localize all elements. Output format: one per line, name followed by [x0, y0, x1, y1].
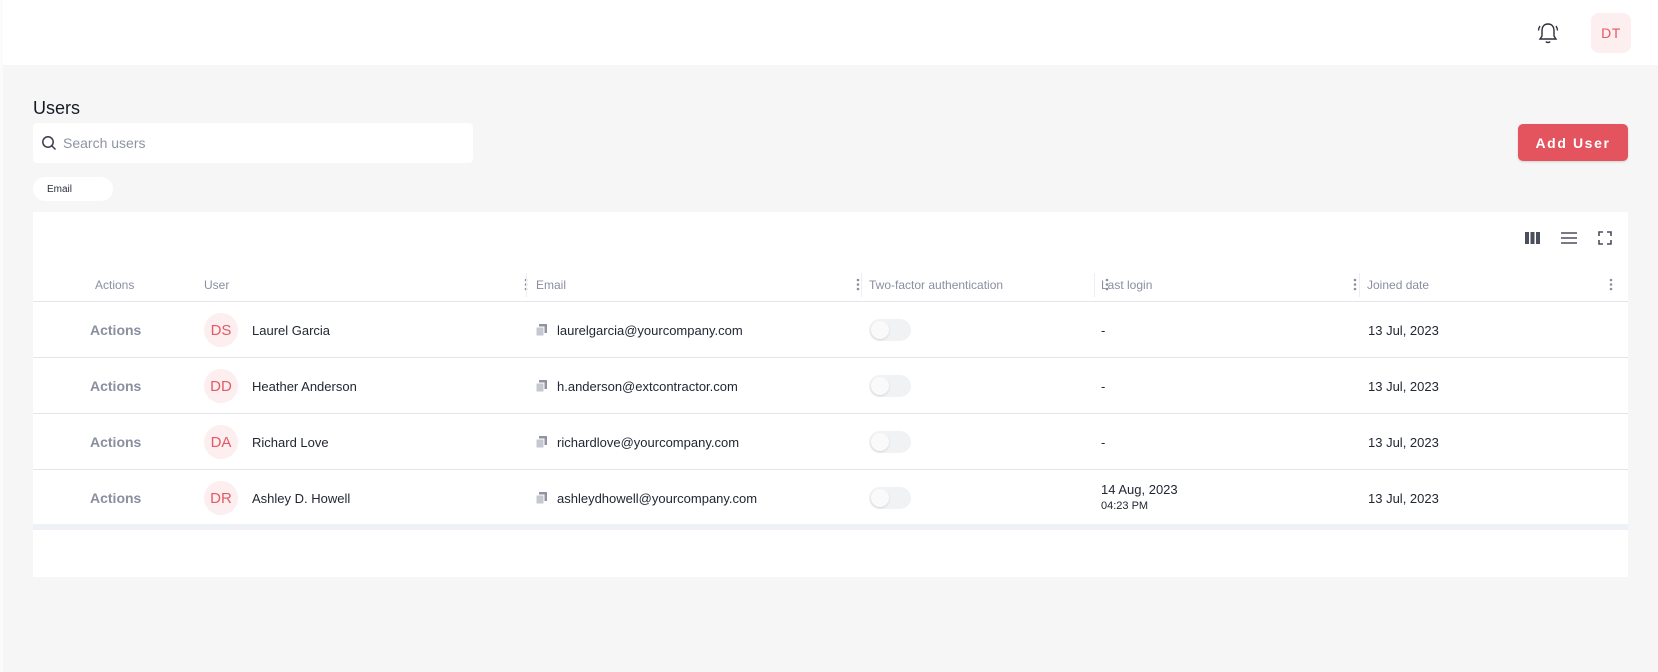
column-menu-icon[interactable] [856, 278, 860, 294]
table-row[interactable]: Actions DA Richard Love richardlove@your… [33, 414, 1628, 470]
actions-link[interactable]: Actions [90, 322, 141, 338]
search-field[interactable] [33, 123, 473, 163]
table-toolbar [1524, 229, 1614, 247]
column-menu-icon[interactable] [1353, 278, 1357, 294]
two-factor-toggle[interactable] [869, 487, 911, 509]
column-separator[interactable] [526, 273, 527, 297]
add-user-button[interactable]: Add User [1518, 124, 1628, 161]
user-name: Ashley D. Howell [252, 490, 351, 506]
users-table: Actions User Email Two-factor authentica… [33, 212, 1628, 577]
table-row[interactable]: Actions DR Ashley D. Howell ashleydhowel… [33, 470, 1628, 526]
left-edge [0, 0, 3, 672]
avatar: DS [204, 313, 238, 347]
avatar: DA [204, 425, 238, 459]
table-row[interactable]: Actions DS Laurel Garcia laurelgarcia@yo… [33, 302, 1628, 358]
column-header-joined-date[interactable]: Joined date [1367, 267, 1623, 302]
last-login: - [1101, 322, 1106, 338]
user-avatar[interactable]: DT [1591, 13, 1631, 53]
column-separator[interactable] [1094, 273, 1095, 297]
copy-icon[interactable] [536, 436, 547, 448]
last-login-time: 04:23 PM [1101, 500, 1149, 512]
actions-link[interactable]: Actions [90, 434, 141, 450]
columns-icon[interactable] [1524, 229, 1542, 247]
actions-link[interactable]: Actions [90, 378, 141, 394]
search-icon [42, 136, 57, 151]
page-title: Users [33, 98, 81, 118]
copy-icon[interactable] [536, 492, 547, 504]
search-input[interactable] [63, 135, 443, 151]
table-header: Actions User Email Two-factor authentica… [33, 267, 1628, 302]
joined-date: 13 Jul, 2023 [1368, 490, 1439, 506]
user-name: Laurel Garcia [252, 322, 331, 338]
user-name: Heather Anderson [252, 378, 357, 394]
user-name: Richard Love [252, 434, 329, 450]
two-factor-toggle[interactable] [869, 375, 911, 397]
last-login: - [1101, 434, 1106, 450]
density-icon[interactable] [1560, 229, 1578, 247]
joined-date: 13 Jul, 2023 [1368, 378, 1439, 394]
column-header-two-factor[interactable]: Two-factor authentication [869, 267, 1119, 302]
table-row[interactable]: Actions DD Heather Anderson h.anderson@e… [33, 358, 1628, 414]
column-separator[interactable] [1359, 273, 1360, 297]
column-separator[interactable] [861, 273, 862, 297]
avatar: DD [204, 369, 238, 403]
avatar: DR [204, 481, 238, 515]
two-factor-toggle[interactable] [869, 431, 911, 453]
joined-date: 13 Jul, 2023 [1368, 322, 1439, 338]
user-email: richardlove@yourcompany.com [557, 434, 740, 450]
actions-link[interactable]: Actions [90, 490, 141, 506]
joined-date: 13 Jul, 2023 [1368, 434, 1439, 450]
copy-icon[interactable] [536, 324, 547, 336]
column-header-email[interactable]: Email [536, 267, 870, 302]
table-footer [33, 524, 1628, 530]
column-header-last-login[interactable]: Last login [1101, 267, 1367, 302]
fullscreen-icon[interactable] [1596, 229, 1614, 247]
user-email: ashleydhowell@yourcompany.com [557, 490, 758, 506]
last-login-date: 14 Aug, 2023 [1101, 482, 1178, 497]
two-factor-toggle[interactable] [869, 319, 911, 341]
top-bar: DT [3, 0, 1658, 65]
column-header-actions: Actions [95, 277, 135, 292]
copy-icon[interactable] [536, 380, 547, 392]
filter-chip-email[interactable]: Email [33, 177, 113, 201]
last-login: - [1101, 378, 1106, 394]
bell-icon[interactable] [1535, 20, 1561, 46]
column-header-user[interactable]: User [204, 267, 538, 302]
column-menu-icon[interactable] [1609, 278, 1613, 294]
user-email: laurelgarcia@yourcompany.com [557, 322, 743, 338]
user-email: h.anderson@extcontractor.com [557, 378, 738, 394]
